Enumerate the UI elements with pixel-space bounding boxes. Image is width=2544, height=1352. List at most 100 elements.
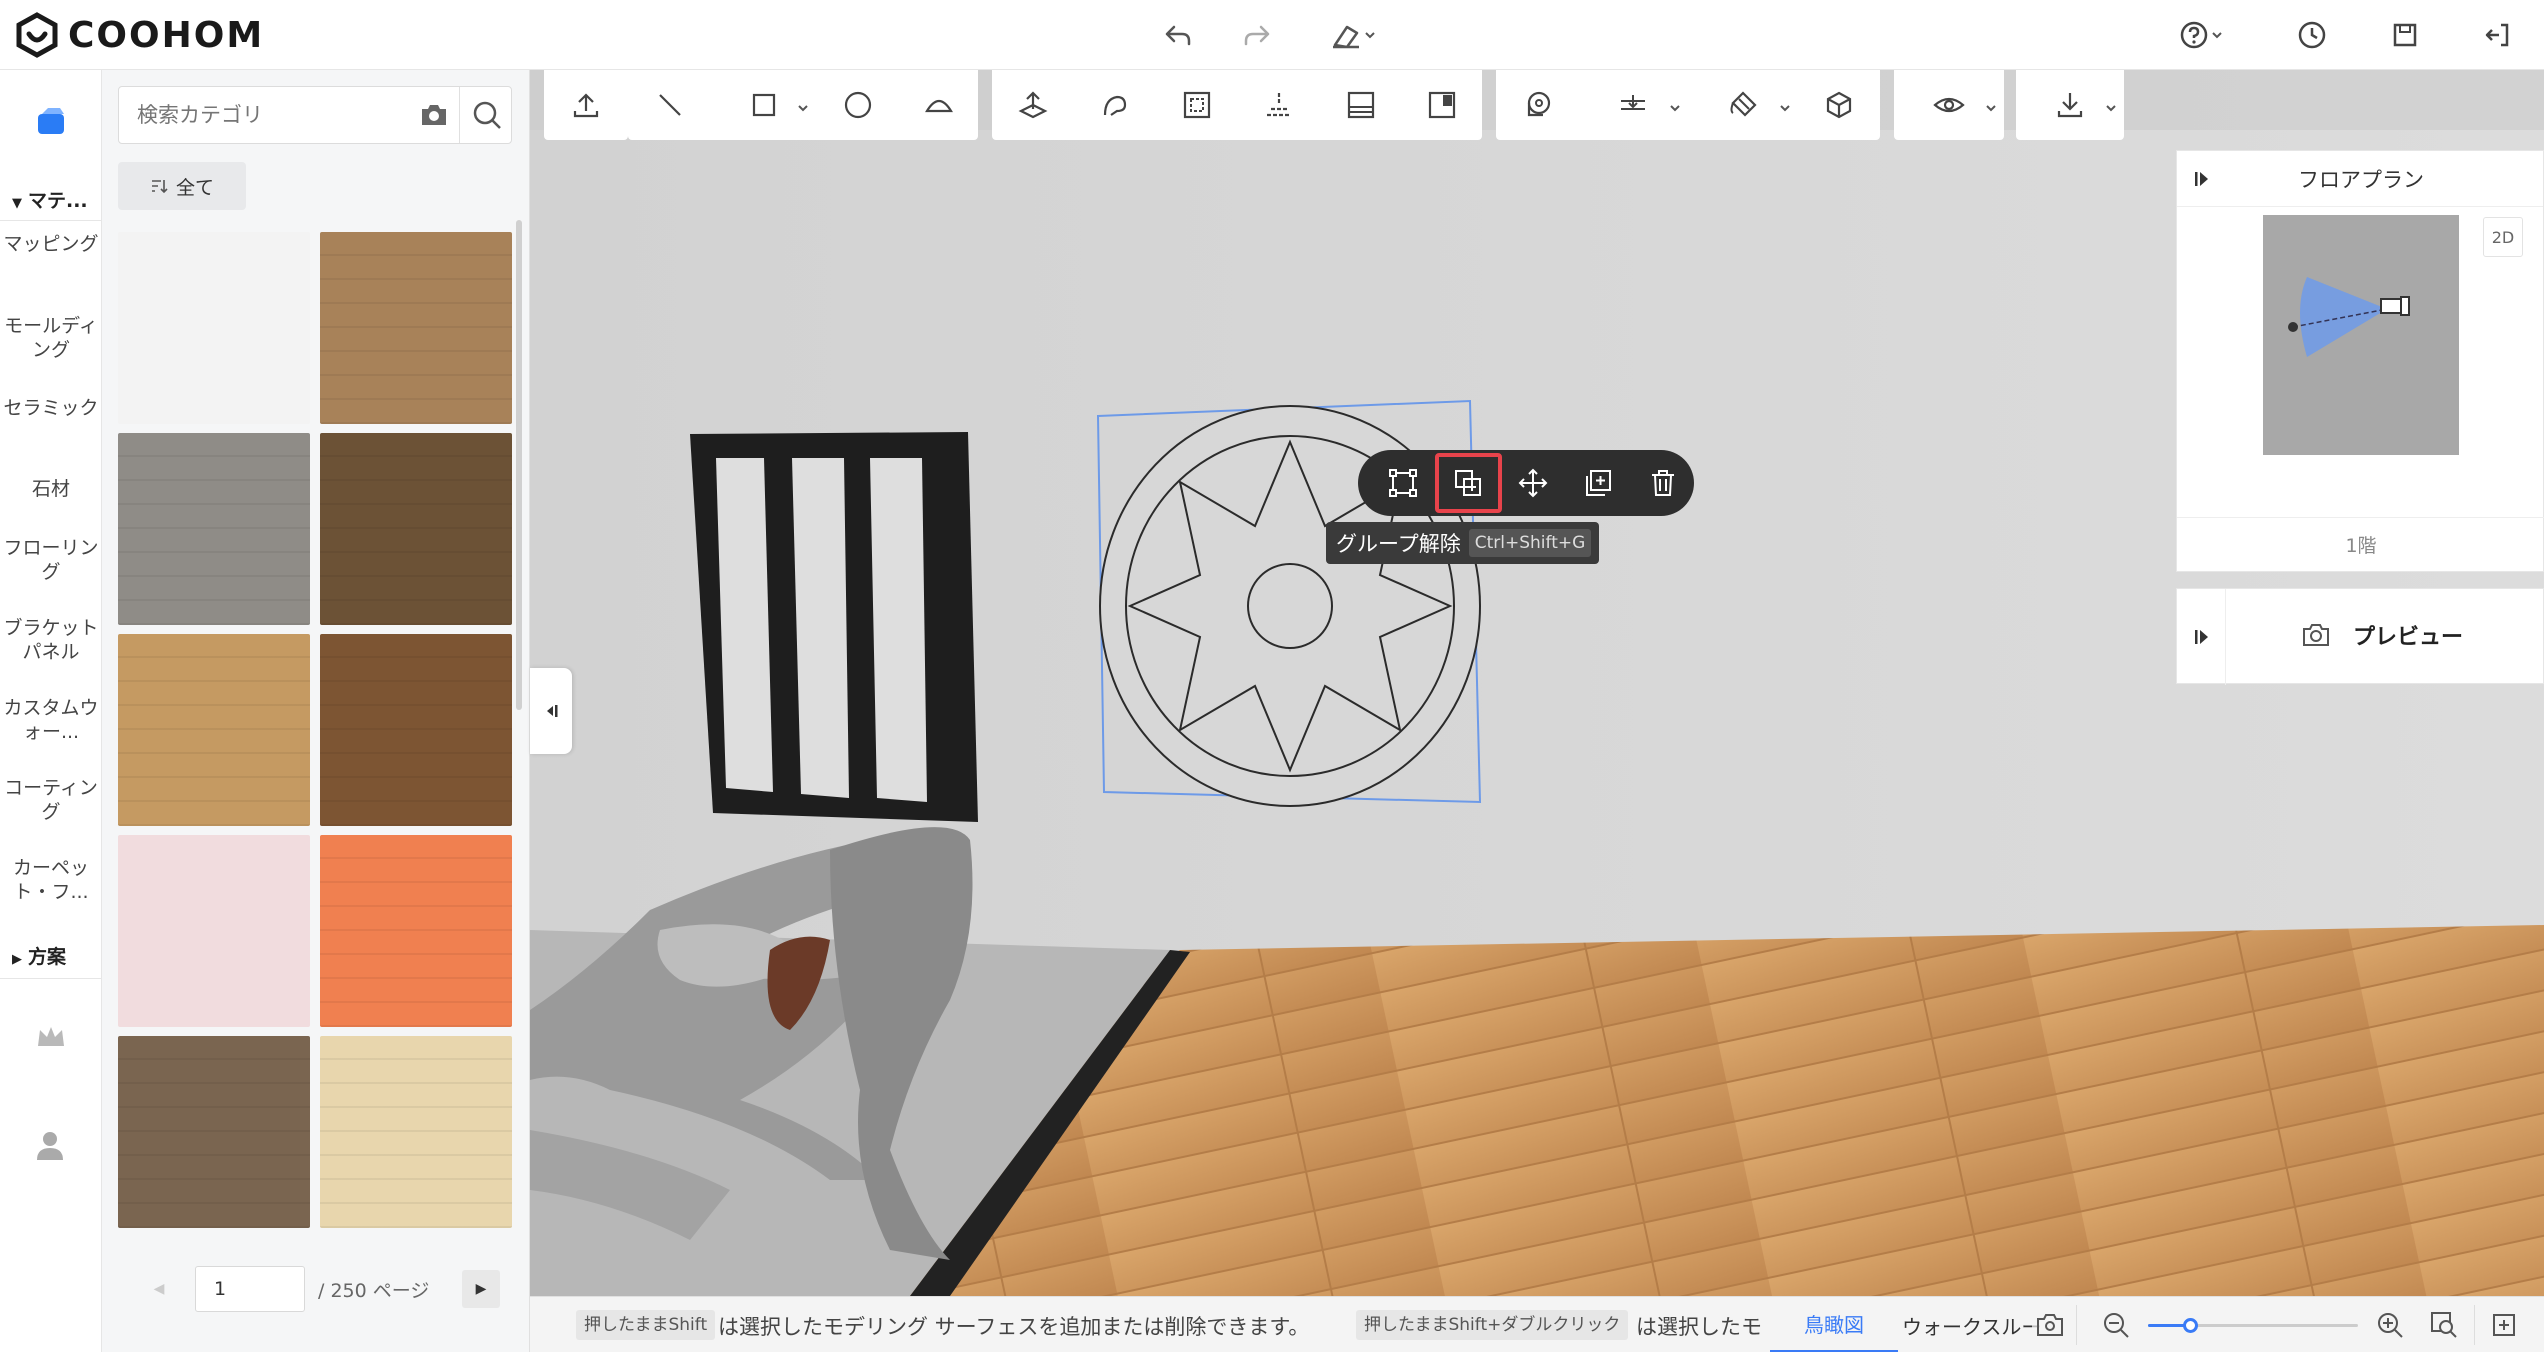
exit-button[interactable] xyxy=(2476,14,2518,56)
arc-tool-button[interactable] xyxy=(900,70,978,140)
nav-item-ceramic[interactable]: セラミック xyxy=(0,396,102,420)
material-swatch-sand-tile[interactable] xyxy=(320,1036,512,1228)
offset-button[interactable] xyxy=(1156,70,1238,140)
offset-icon xyxy=(1183,91,1211,119)
nav-item-mapping[interactable]: マッピング xyxy=(0,232,102,256)
tab-walkthrough[interactable]: ウォークスルー xyxy=(1902,1297,2048,1352)
history-button[interactable] xyxy=(2291,14,2333,56)
nav-materials-button[interactable] xyxy=(28,100,74,146)
preview-button[interactable]: プレビュー xyxy=(2301,619,2463,651)
nav-section-plans[interactable]: ▶ 方案 xyxy=(12,942,66,969)
page-input[interactable]: 1 xyxy=(195,1266,305,1312)
save-button[interactable] xyxy=(2384,14,2426,56)
zoom-fit-icon xyxy=(2431,1312,2457,1338)
material-swatch-walnut-wood[interactable] xyxy=(320,634,512,826)
material-swatch-grey-wood[interactable] xyxy=(118,433,310,625)
nav-item-bracket-panel[interactable]: ブラケットパネル xyxy=(0,616,102,664)
duplicate-button[interactable] xyxy=(1566,455,1629,511)
split-button[interactable] xyxy=(1402,70,1482,140)
screenshot-button[interactable] xyxy=(2032,1307,2068,1343)
nav-item-stone[interactable]: 石材 xyxy=(0,477,102,501)
search-input[interactable] xyxy=(119,87,409,143)
preview-panel: プレビュー xyxy=(2176,588,2544,685)
zoom-out-button[interactable] xyxy=(2098,1307,2134,1343)
nav-item-custom-wall[interactable]: カスタムウォー... xyxy=(0,696,102,744)
fullscreen-button[interactable] xyxy=(2486,1307,2522,1343)
caret-left-icon: ◀ xyxy=(153,1281,165,1297)
tape-measure-button[interactable] xyxy=(1496,70,1578,140)
follow-me-button[interactable] xyxy=(1074,70,1156,140)
prev-page-button[interactable]: ◀ xyxy=(140,1270,178,1308)
rectangle-tool-button[interactable] xyxy=(712,70,816,140)
undo-button[interactable] xyxy=(1157,14,1199,56)
nav-item-coating[interactable]: コーティング xyxy=(0,776,102,824)
top-bar: COOHOM xyxy=(0,0,2544,70)
material-swatch-rustic-wood[interactable] xyxy=(118,1036,310,1228)
camera-icon xyxy=(422,105,446,125)
tab-birdseye[interactable]: 鳥瞰図 xyxy=(1770,1297,1898,1352)
paint-button[interactable] xyxy=(1688,70,1798,140)
move-button[interactable] xyxy=(1502,455,1565,511)
line-tool-button[interactable] xyxy=(628,70,712,140)
zoom-slider-handle[interactable] xyxy=(2183,1318,2198,1333)
help-dropdown[interactable] xyxy=(2168,14,2234,56)
premium-button[interactable] xyxy=(34,1022,68,1056)
chevron-down-icon xyxy=(1365,32,1375,39)
pager: ◀ 1 / 250 ページ ▶ xyxy=(102,1266,530,1326)
coohom-logo-icon xyxy=(16,12,58,58)
cube-icon xyxy=(1826,91,1852,119)
zoom-fit-button[interactable] xyxy=(2426,1307,2462,1343)
floorplan-minimap[interactable] xyxy=(2263,215,2459,455)
dimension-button[interactable] xyxy=(1578,70,1688,140)
filter-button[interactable]: 全て xyxy=(118,162,246,210)
floor-selector[interactable]: 1階 xyxy=(2177,531,2544,558)
search-button[interactable] xyxy=(459,87,513,143)
collapse-panel-button[interactable] xyxy=(530,668,572,754)
next-page-button[interactable]: ▶ xyxy=(462,1270,500,1308)
align-button[interactable] xyxy=(1320,70,1402,140)
section-icon xyxy=(1267,93,1291,117)
material-swatch-light-oak[interactable] xyxy=(118,634,310,826)
nav-item-molding[interactable]: モールディング xyxy=(0,314,102,362)
zoom-in-button[interactable] xyxy=(2372,1307,2408,1343)
material-swatch-oak-wood[interactable] xyxy=(320,232,512,424)
nav-item-flooring[interactable]: フローリング xyxy=(0,536,102,584)
export-button[interactable] xyxy=(2016,70,2124,140)
delete-button[interactable] xyxy=(1631,455,1694,511)
tooltip-shortcut: Ctrl+Shift+G xyxy=(1468,529,1592,557)
material-swatch-pink-marble[interactable] xyxy=(118,835,310,1027)
nav-item-carpet[interactable]: カーペット・フ... xyxy=(0,856,102,904)
camera-settings-icon xyxy=(2037,1314,2063,1336)
visibility-button[interactable] xyxy=(1894,70,2004,140)
eraser-dropdown[interactable] xyxy=(1318,14,1388,56)
transform-button[interactable] xyxy=(1372,455,1435,511)
ungroup-icon xyxy=(1455,470,1482,496)
floorplan-header: フロアプラン xyxy=(2177,151,2543,207)
app-logo[interactable]: COOHOM xyxy=(14,12,264,58)
section-button[interactable] xyxy=(1238,70,1320,140)
split-icon xyxy=(1428,91,1456,119)
move-icon xyxy=(1518,468,1548,498)
panel-scrollbar[interactable] xyxy=(516,220,522,710)
account-button[interactable] xyxy=(34,1128,66,1166)
ungroup-button[interactable] xyxy=(1434,453,1502,513)
trash-icon xyxy=(1651,470,1674,496)
import-button[interactable] xyxy=(544,70,628,140)
upload-icon xyxy=(573,93,599,118)
floorplan-title: フロアプラン xyxy=(2298,167,2424,192)
crown-icon xyxy=(38,1027,64,1046)
2d-toggle-button[interactable]: 2D xyxy=(2483,217,2523,257)
material-swatch-dark-wood[interactable] xyxy=(320,433,512,625)
redo-button[interactable] xyxy=(1236,14,1278,56)
push-pull-button[interactable] xyxy=(992,70,1074,140)
component-button[interactable] xyxy=(1798,70,1880,140)
left-nav: ▼ マテ... マッピング モールディング セラミック 石材 フローリング ブラケ… xyxy=(0,70,102,1352)
nav-section-materials[interactable]: ▼ マテ... xyxy=(12,186,88,213)
preview-collapse-button[interactable] xyxy=(2191,625,2215,649)
help-icon xyxy=(2180,21,2208,49)
image-search-button[interactable] xyxy=(419,101,449,133)
zoom-slider[interactable] xyxy=(2148,1318,2358,1333)
material-swatch-white-marble[interactable] xyxy=(118,232,310,424)
circle-tool-button[interactable] xyxy=(816,70,900,140)
material-swatch-orange-plaster[interactable] xyxy=(320,835,512,1027)
